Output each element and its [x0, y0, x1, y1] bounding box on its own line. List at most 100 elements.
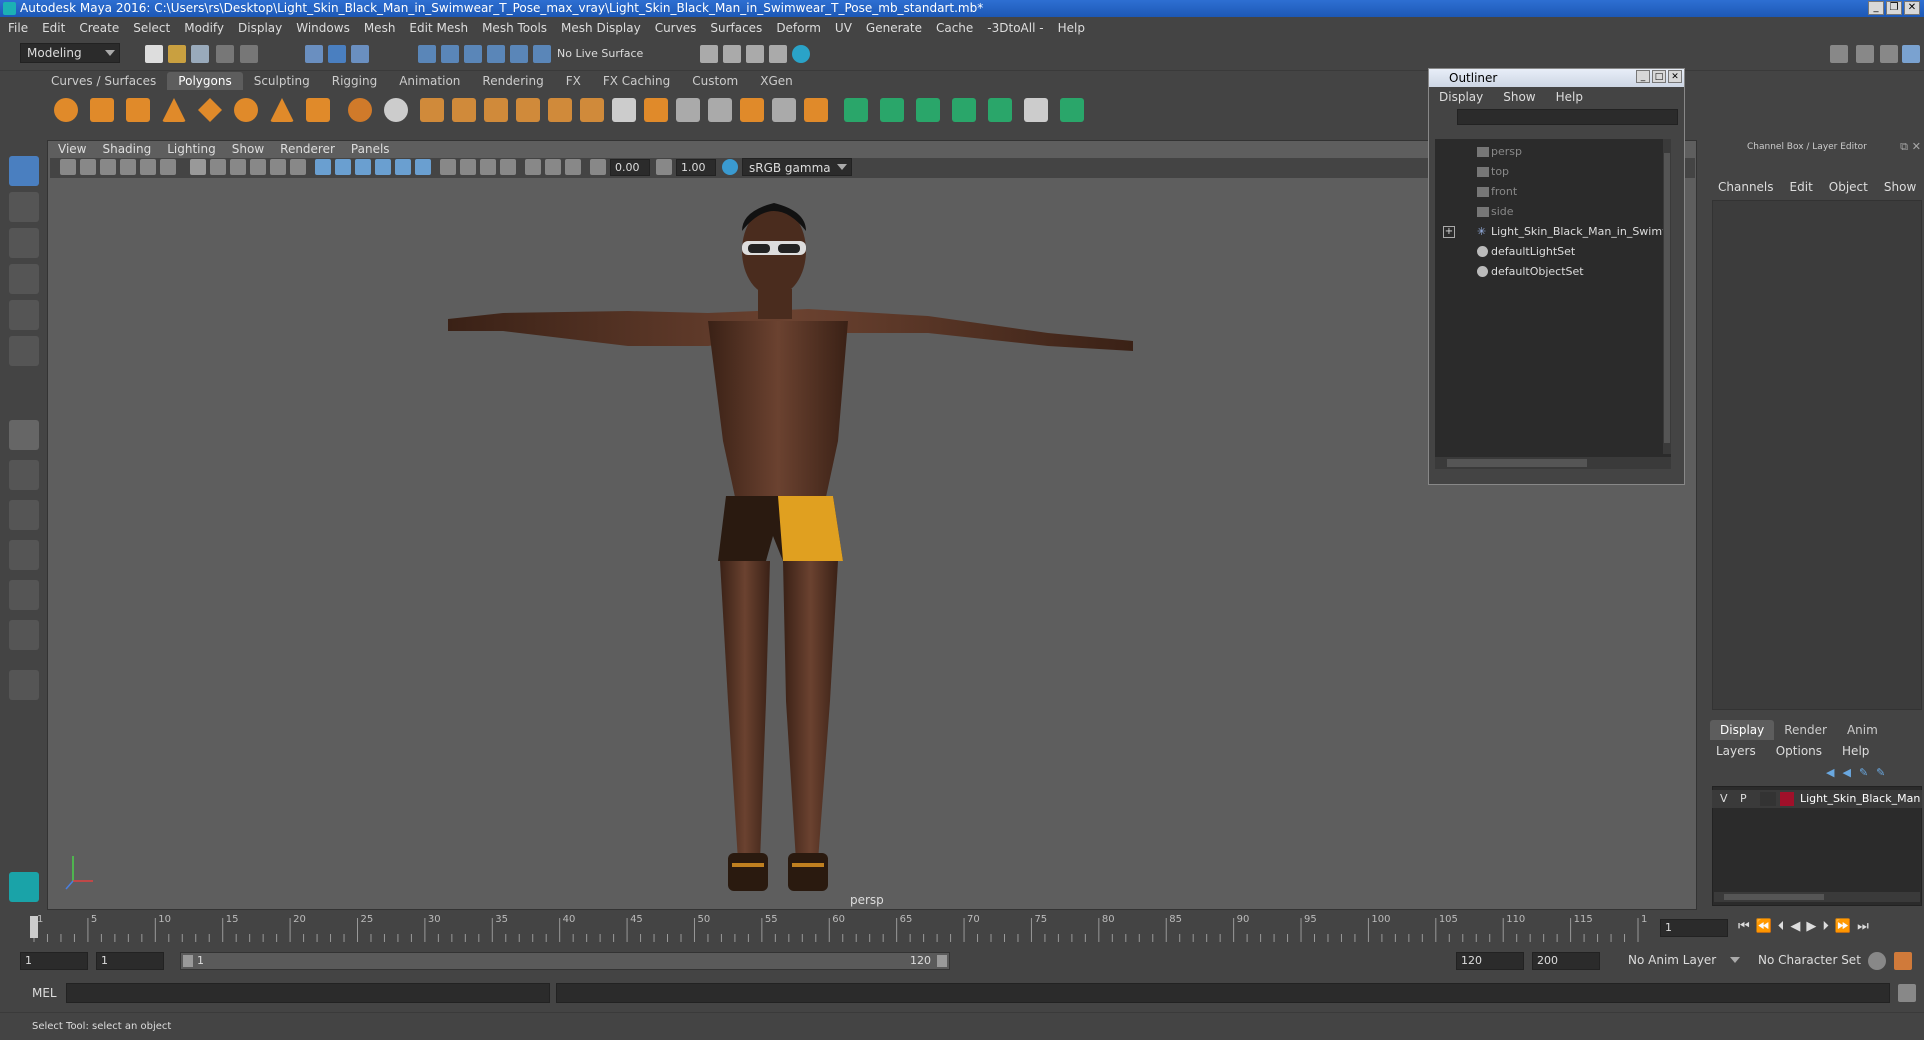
smooth-icon[interactable] [452, 98, 476, 122]
step-forward-key-icon[interactable]: ⏩ [1835, 919, 1851, 934]
range-slider[interactable]: 1 120 [180, 952, 950, 970]
field-chart-icon[interactable] [270, 159, 286, 175]
new-empty-layer-icon[interactable]: ✎ [1859, 766, 1868, 779]
snap-curve-icon[interactable] [441, 45, 459, 63]
snap-surface-icon[interactable] [510, 45, 528, 63]
insert-edge-loop-icon[interactable] [676, 98, 700, 122]
gamma-field[interactable]: 1.00 [676, 159, 716, 176]
boolean-icon[interactable] [484, 98, 508, 122]
motion-blur-icon[interactable] [460, 159, 476, 175]
shelf-tab-polygons[interactable]: Polygons [167, 72, 243, 90]
separate-icon[interactable] [384, 98, 408, 122]
layer-menu-help[interactable]: Help [1842, 744, 1869, 758]
toggle-channel-box-icon[interactable] [1902, 45, 1920, 63]
panel-menu-panels[interactable]: Panels [351, 140, 390, 158]
textured-icon[interactable] [375, 159, 391, 175]
menu-deform[interactable]: Deform [776, 21, 821, 35]
menu-select[interactable]: Select [133, 21, 170, 35]
go-to-end-icon[interactable]: ⏭ [1857, 919, 1869, 934]
layer-visibility-toggle[interactable]: V [1720, 792, 1728, 805]
extrude-icon[interactable] [516, 98, 540, 122]
snap-grid-icon[interactable] [418, 45, 436, 63]
scale-tool-icon[interactable] [9, 336, 39, 366]
safe-action-icon[interactable] [290, 159, 306, 175]
layer-tab-render[interactable]: Render [1774, 720, 1837, 740]
undo-icon[interactable] [216, 45, 234, 63]
lasso-tool-icon[interactable] [9, 192, 39, 222]
persp-graph-layout-icon[interactable] [9, 540, 39, 570]
shelf-tab-sculpting[interactable]: Sculpting [243, 72, 321, 90]
float-panel-icon[interactable]: ⧉ [1900, 140, 1908, 154]
single-perspective-layout-icon[interactable] [9, 420, 39, 450]
bridge-icon[interactable] [548, 98, 572, 122]
mode-selector[interactable]: Modeling [20, 43, 120, 63]
script-language-toggle[interactable]: MEL [32, 986, 57, 1000]
merge-icon[interactable] [804, 98, 828, 122]
layer-playback-toggle[interactable]: P [1740, 792, 1747, 805]
menu-cache[interactable]: Cache [936, 21, 973, 35]
render-frame-icon[interactable] [700, 45, 718, 63]
expand-icon[interactable]: + [1443, 226, 1455, 238]
shelf-tab-curves-surfaces[interactable]: Curves / Surfaces [40, 72, 167, 90]
multi-cut-icon[interactable] [612, 98, 636, 122]
restore-button[interactable]: ❐ [1886, 1, 1902, 15]
render-settings-icon[interactable] [746, 45, 764, 63]
exposure-icon[interactable] [590, 159, 606, 175]
checker-icon[interactable] [1024, 98, 1048, 122]
append-polygon-icon[interactable] [740, 98, 764, 122]
colorspace-dropdown[interactable]: sRGB gamma [742, 158, 852, 176]
resolution-gate-icon[interactable] [230, 159, 246, 175]
maya-home-icon[interactable] [9, 872, 39, 902]
range-end-handle[interactable] [937, 955, 947, 967]
camera-attributes-icon[interactable] [80, 159, 96, 175]
outliner-menu-help[interactable]: Help [1556, 90, 1583, 104]
menu-windows[interactable]: Windows [296, 21, 350, 35]
layer-row[interactable]: V P Light_Skin_Black_Man [1712, 790, 1922, 808]
move-tool-icon[interactable] [9, 264, 39, 294]
animation-preferences-icon[interactable] [1894, 952, 1912, 970]
xray-joints-icon[interactable] [565, 159, 581, 175]
smooth-shade-icon[interactable] [335, 159, 351, 175]
step-forward-frame-icon[interactable]: ⏵ [1822, 919, 1829, 934]
render-view-icon[interactable] [792, 45, 810, 63]
outliner-horizontal-scrollbar[interactable] [1435, 457, 1671, 469]
shelf-tab-fx[interactable]: FX [555, 72, 592, 90]
collapse-toolbox-icon[interactable] [9, 670, 39, 700]
toggle-tool-settings-icon[interactable] [1880, 45, 1898, 63]
menu-modify[interactable]: Modify [184, 21, 224, 35]
image-plane-icon[interactable] [120, 159, 136, 175]
target-weld-icon[interactable] [644, 98, 668, 122]
planar-mapping-icon[interactable] [844, 98, 868, 122]
layer-color-swatch[interactable] [1780, 792, 1794, 806]
cylindrical-mapping-icon[interactable] [880, 98, 904, 122]
menu-edit-mesh[interactable]: Edit Mesh [409, 21, 468, 35]
move-layer-up-icon[interactable]: ◀ [1826, 766, 1834, 779]
grid-icon[interactable] [190, 159, 206, 175]
menu-file[interactable]: File [8, 21, 28, 35]
use-all-lights-icon[interactable] [395, 159, 411, 175]
uv-layout-icon[interactable] [1060, 98, 1084, 122]
menu-generate[interactable]: Generate [866, 21, 922, 35]
select-object-icon[interactable] [328, 45, 346, 63]
extract-icon[interactable] [420, 98, 444, 122]
isolate-select-icon[interactable] [525, 159, 541, 175]
anim-layer-dropdown[interactable]: No Anim Layer [1622, 951, 1744, 971]
current-time-marker[interactable] [30, 916, 38, 938]
exposure-field[interactable]: 0.00 [610, 159, 650, 176]
layer-tab-anim[interactable]: Anim [1837, 720, 1888, 740]
depth-of-field-icon[interactable] [500, 159, 516, 175]
cb-menu-edit[interactable]: Edit [1790, 180, 1813, 194]
snap-view-icon[interactable] [487, 45, 505, 63]
toggle-modeling-toolkit-icon[interactable] [1830, 45, 1848, 63]
layer-name[interactable]: Light_Skin_Black_Man [1800, 792, 1920, 805]
select-camera-icon[interactable] [60, 159, 76, 175]
menu-mesh-tools[interactable]: Mesh Tools [482, 21, 547, 35]
new-layer-selected-icon[interactable]: ✎ [1876, 766, 1885, 779]
outliner-layout-icon[interactable] [9, 620, 39, 650]
select-hierarchy-icon[interactable] [305, 45, 323, 63]
live-surface-field[interactable]: No Live Surface [553, 46, 653, 64]
panel-menu-lighting[interactable]: Lighting [167, 140, 216, 158]
wireframe-icon[interactable] [315, 159, 331, 175]
shelf-tab-animation[interactable]: Animation [388, 72, 471, 90]
poly-cylinder-icon[interactable] [126, 98, 150, 122]
